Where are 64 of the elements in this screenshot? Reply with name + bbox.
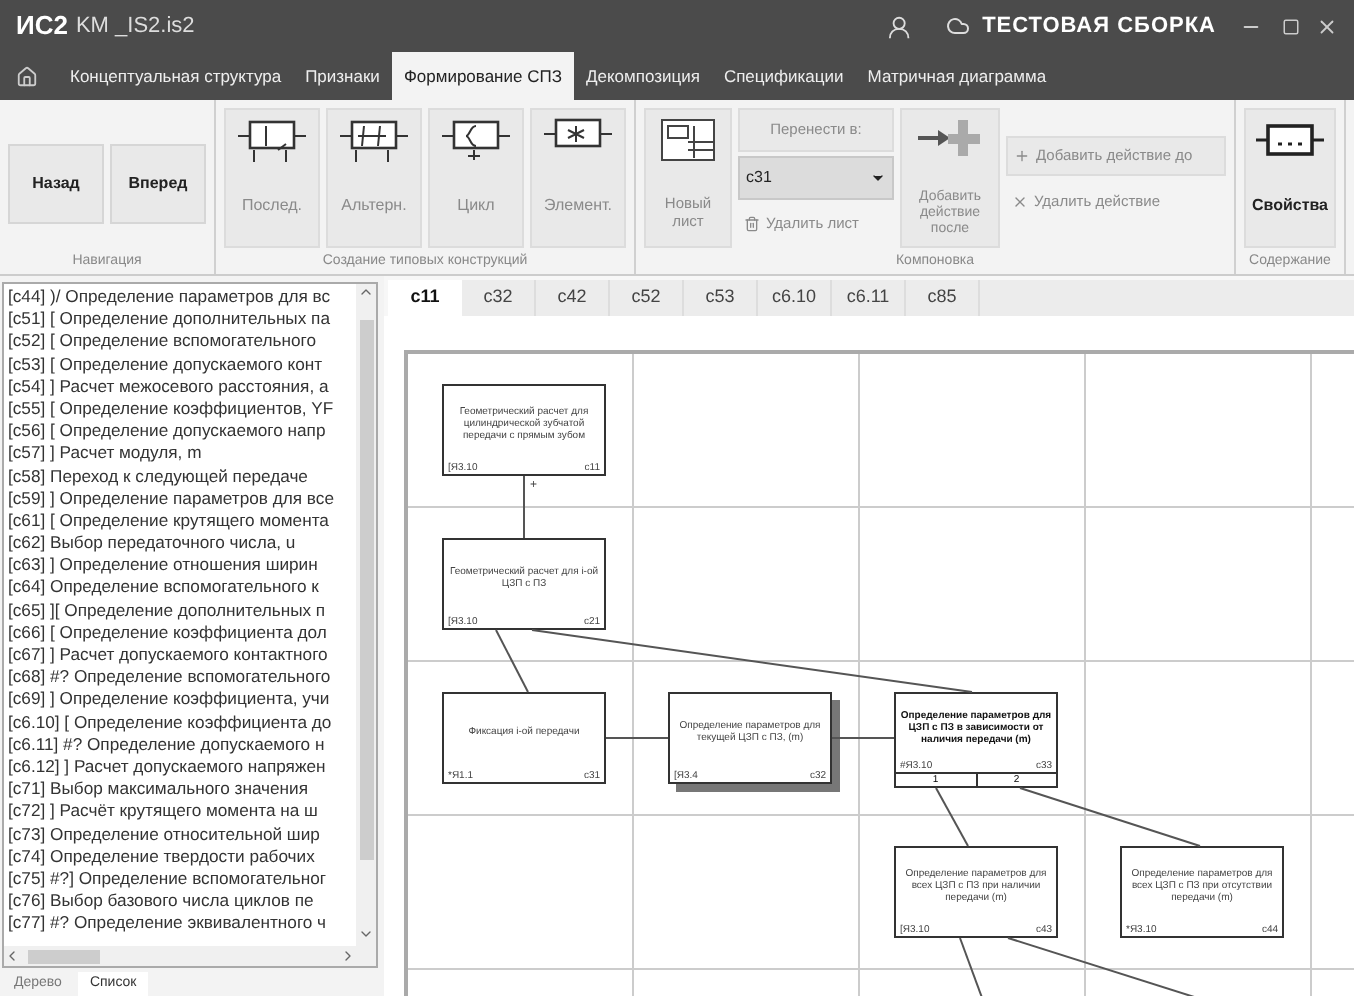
list-item[interactable]: [c53] [ Определение допускаемого конт [4, 353, 356, 376]
file-name: KM _IS2.is2 [75, 11, 195, 42]
list-item[interactable]: [c74] Определение твердости рабочих [4, 845, 356, 868]
scroll-down-icon[interactable] [358, 926, 374, 942]
dropdown-icon [870, 170, 886, 186]
connector-line [605, 737, 669, 739]
list-item[interactable]: [c55] [ Определение коэффициентов, YF [4, 397, 356, 421]
nav-button[interactable]: Вперед [110, 144, 206, 224]
menu-tab[interactable]: Концептуальная структура [58, 52, 294, 100]
nav-button[interactable]: Назад [8, 144, 104, 224]
list-item[interactable]: [c56] [ Определение допускаемого напр [4, 420, 356, 443]
sheet-layout-icon [660, 118, 716, 162]
menu-tab[interactable]: Матричная диаграмма [855, 52, 1059, 100]
list-item[interactable]: [c62] Выбор передаточного числа, u [4, 532, 356, 555]
list-item[interactable]: [c6.10] [ Определение коэффициента до [4, 711, 356, 734]
list-item[interactable]: [c68] #? Определение вспомогательного [4, 666, 356, 689]
sheet-tab[interactable]: c11 [388, 280, 462, 316]
list-item[interactable]: [c65] ][ Определение дополнительных п [4, 599, 356, 622]
list-item[interactable]: [c58] Переход к следующей передаче [4, 465, 356, 488]
connector-line [831, 737, 895, 739]
list-item[interactable]: [c72] ] Расчёт крутящего момента на ш [4, 800, 356, 823]
plus-icon [1014, 148, 1030, 164]
list-item[interactable]: [c54] ] Расчет межосевого расстояния, а [4, 375, 356, 398]
scroll-left-icon[interactable] [4, 948, 20, 964]
menu-tab[interactable]: Признаки [293, 52, 392, 100]
list-item[interactable]: [c64] Определение вспомогательного к [4, 576, 356, 600]
delete-icon [744, 216, 760, 232]
scroll-right-icon[interactable] [340, 948, 356, 964]
list-item[interactable]: [c61] [ Определение крутящего момента [4, 509, 356, 533]
list-item[interactable]: [c66] [ Определение коэффициента дол [4, 621, 356, 644]
horizontal-scrollbar[interactable] [4, 946, 356, 966]
list-item[interactable]: [c44] )/ Определение параметров для вс [4, 286, 356, 309]
connector-line [935, 787, 969, 847]
menu-tab[interactable]: Формирование СПЗ [391, 52, 574, 100]
add-arrow-icon [916, 118, 984, 158]
list-item[interactable]: [c75] #?] Определение вспомогательног [4, 867, 356, 891]
list-item[interactable]: [c57] ] Расчет модуля, m [4, 442, 356, 465]
user-icon[interactable] [888, 13, 915, 39]
scroll-up-icon[interactable] [358, 284, 374, 300]
list-item[interactable]: [c76] Выбор базового числа циклов пе [4, 890, 356, 913]
list-item[interactable]: [c51] [ Определение дополнительных па [4, 308, 356, 331]
list-item[interactable]: [c63] ] Определение отношения ширин [4, 554, 356, 577]
home-icon[interactable] [16, 66, 38, 88]
list-item[interactable]: [c73] Определение относительной шир [4, 823, 356, 846]
cloud-icon[interactable] [946, 14, 971, 38]
app-name: ИС2 [16, 8, 68, 45]
list-item[interactable]: [c6.11] #? Определение допускаемого н [4, 733, 356, 756]
block-icon [544, 118, 612, 150]
delete-icon [1012, 194, 1028, 210]
list-item[interactable]: [c71] Выбор максимального значения [4, 778, 356, 801]
connector-line [523, 475, 525, 539]
menu-tab[interactable]: Декомпозиция [573, 52, 712, 100]
list-item[interactable]: [c6.12] ] Расчет допускаемого напряжен [4, 755, 356, 779]
build-label: ТЕСТОВАЯ СБОРКА [982, 11, 1216, 42]
maximize-icon[interactable] [1282, 17, 1300, 35]
list-item[interactable]: [c77] #? Определение эквивалентного ч [4, 912, 356, 935]
menu-tab[interactable]: Спецификации [711, 52, 856, 100]
list-item[interactable]: [c67] ] Расчет допускаемого контактного [4, 644, 356, 667]
list-item[interactable]: [c52] [ Определение вспомогательного [4, 330, 356, 354]
close-icon[interactable] [1316, 15, 1338, 37]
list-item[interactable]: [c69] ] Определение коэффициента, учи [4, 688, 356, 712]
block-icon [1256, 122, 1324, 158]
properties-button[interactable]: Свойства [1244, 108, 1336, 248]
list-item[interactable]: [c59] ] Определение параметров для все [4, 487, 356, 510]
